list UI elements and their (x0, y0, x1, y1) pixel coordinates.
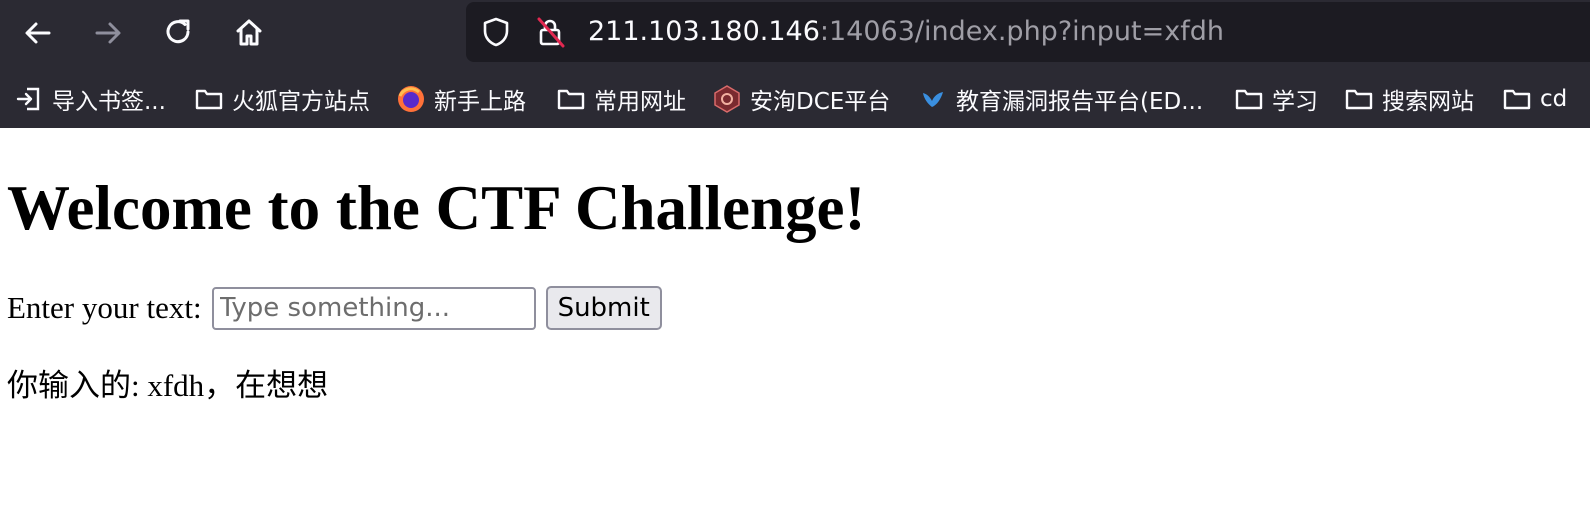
text-input[interactable] (211, 286, 536, 330)
folder-icon (1234, 84, 1264, 114)
folder-icon (194, 84, 224, 114)
bookmark-label: 火狐官方站点 (232, 89, 370, 115)
input-label: Enter your text: (7, 290, 202, 325)
bookmarks-toolbar: 导入书签... 火狐官方站点 新手上路 常用网址 安洵DCE平台 教育漏洞报告平… (0, 76, 1590, 122)
reload-icon (166, 19, 190, 44)
shield-logo-icon (712, 84, 742, 114)
firefox-logo-icon (396, 84, 426, 114)
bookmark-dce-platform[interactable]: 安洵DCE平台 (712, 80, 890, 118)
url-host: 211.103.180.146 (588, 16, 820, 47)
forward-button[interactable] (87, 12, 129, 54)
bookmark-label: 安洵DCE平台 (750, 89, 891, 115)
arrow-left-icon (25, 22, 51, 44)
address-bar[interactable]: 211.103.180.146:14063/index.php?input=xf… (466, 2, 1590, 62)
import-icon (14, 84, 44, 114)
bookmark-search-sites[interactable]: 搜索网站 (1344, 80, 1474, 118)
shield-icon[interactable] (480, 16, 512, 48)
arrow-right-icon (95, 22, 121, 44)
bookmark-label: 常用网址 (594, 89, 686, 115)
bookmark-label: 导入书签... (52, 89, 166, 115)
bookmark-study[interactable]: 学习 (1234, 80, 1318, 118)
bookmark-cd[interactable]: cd (1502, 80, 1567, 118)
bookmark-label: 新手上路 (434, 89, 526, 115)
bookmark-common-sites[interactable]: 常用网址 (556, 80, 686, 118)
bookmark-edu-vuln-platform[interactable]: 教育漏洞报告平台(ED... (918, 80, 1203, 118)
bookmark-firefox-official[interactable]: 火狐官方站点 (194, 80, 370, 118)
home-icon (236, 19, 262, 46)
insecure-lock-icon[interactable] (534, 16, 566, 48)
text-form: Enter your text: Submit (7, 286, 662, 330)
url-path: :14063/index.php?input=xfdh (819, 16, 1224, 47)
result-message: 你输入的: xfdh，在想想 (7, 368, 329, 403)
bird-logo-icon (918, 84, 948, 114)
bookmark-label: 搜索网站 (1382, 89, 1474, 115)
folder-icon (1502, 84, 1532, 114)
reload-button[interactable] (158, 12, 200, 54)
bookmark-label: cd (1540, 86, 1568, 112)
back-button[interactable] (17, 12, 59, 54)
folder-icon (556, 84, 586, 114)
page-title: Welcome to the CTF Challenge! (7, 173, 866, 243)
submit-button[interactable]: Submit (545, 286, 662, 330)
bookmark-label: 学习 (1272, 89, 1318, 115)
bookmark-getting-started[interactable]: 新手上路 (396, 80, 526, 118)
folder-icon (1344, 84, 1374, 114)
home-button[interactable] (228, 12, 270, 54)
browser-chrome: 211.103.180.146:14063/index.php?input=xf… (0, 0, 1590, 128)
url-text[interactable]: 211.103.180.146:14063/index.php?input=xf… (588, 14, 1224, 50)
bookmark-import[interactable]: 导入书签... (14, 80, 166, 118)
bookmark-label: 教育漏洞报告平台(ED... (956, 89, 1204, 115)
page-content: Welcome to the CTF Challenge! Enter your… (0, 128, 1590, 525)
navigation-toolbar: 211.103.180.146:14063/index.php?input=xf… (0, 0, 1590, 66)
